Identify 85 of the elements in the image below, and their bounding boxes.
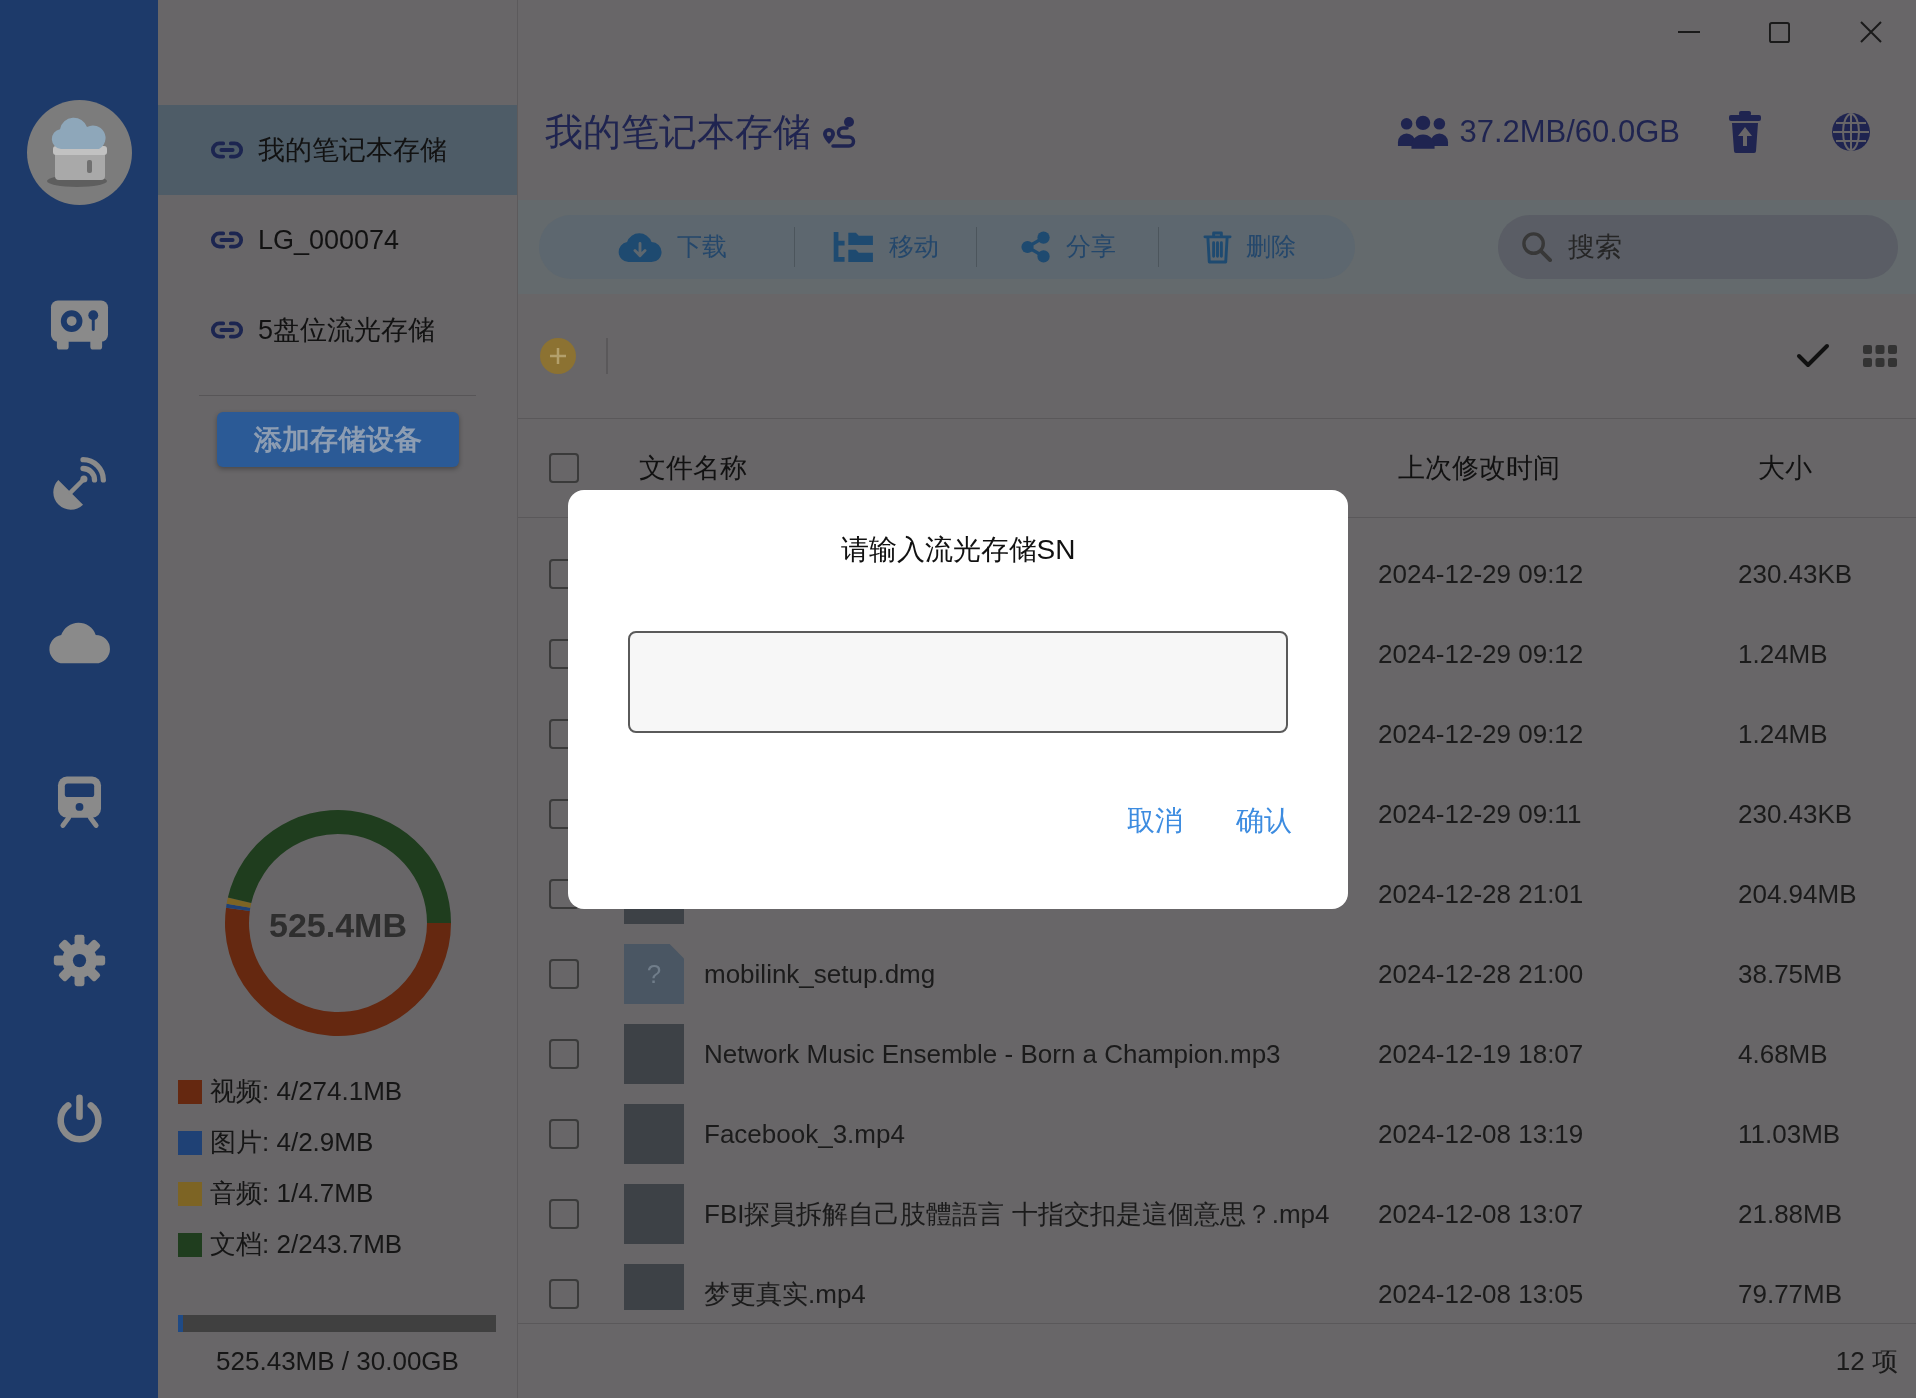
legend-label: 图片: 4/2.9MB	[210, 1126, 374, 1159]
dialog-button[interactable]: 取消	[1127, 803, 1183, 838]
modified-date: 2024-12-28 21:00	[1378, 957, 1585, 991]
share-button[interactable]: 分享	[977, 215, 1158, 279]
link-icon	[210, 140, 244, 160]
page-title: 我的笔记本存储	[545, 109, 811, 155]
checkbox[interactable]	[549, 453, 579, 483]
route-icon[interactable]	[821, 114, 857, 150]
device-item[interactable]: 5盘位流光存储	[158, 285, 517, 375]
maximize-icon[interactable]	[1769, 21, 1790, 43]
column-header: 大小	[1758, 451, 1812, 485]
checkbox[interactable]	[549, 1199, 579, 1229]
usage-text: 525.43MB / 30.00GB	[215, 1345, 460, 1378]
cloud-download-icon	[617, 231, 663, 263]
settings-icon[interactable]	[52, 934, 106, 987]
legend-label: 视频: 4/274.1MB	[210, 1075, 403, 1108]
download-button[interactable]: 下载	[550, 215, 794, 279]
legend-label: 文档: 2/243.7MB	[210, 1228, 403, 1261]
file-size: 230.43KB	[1738, 797, 1853, 831]
modified-date: 2024-12-29 09:12	[1378, 557, 1585, 591]
file-size: 1.24MB	[1738, 637, 1828, 671]
link-icon	[210, 230, 244, 250]
device-item[interactable]: 我的笔记本存储	[158, 105, 517, 195]
file-size: 79.77MB	[1738, 1277, 1843, 1310]
satellite-dish-icon[interactable]	[52, 457, 106, 510]
checkbox[interactable]	[549, 1119, 579, 1149]
modified-date: 2024-12-19 18:07	[1378, 1037, 1585, 1071]
modified-date: 2024-12-08 13:07	[1378, 1197, 1585, 1231]
add-icon[interactable]	[540, 338, 576, 374]
train-icon[interactable]	[56, 774, 102, 829]
cloud-box-icon	[26, 100, 132, 205]
move-button[interactable]: 移动	[795, 215, 976, 279]
modified-date: 2024-12-08 13:19	[1378, 1117, 1585, 1151]
close-icon[interactable]	[1859, 21, 1882, 43]
photo-placeholder	[624, 1184, 684, 1244]
file-name: Network Music Ensemble - Born a Champion.mp3	[704, 1037, 1282, 1071]
modified-date: 2024-12-29 09:12	[1378, 637, 1585, 671]
check-icon[interactable]	[1796, 343, 1830, 369]
trash-arrow-icon[interactable]	[1728, 111, 1762, 153]
file-size: 4.68MB	[1738, 1037, 1828, 1071]
search-icon	[1521, 231, 1552, 262]
item-count: 12 项	[1835, 1344, 1898, 1378]
checkbox[interactable]	[549, 1279, 579, 1309]
file-icon: ?	[624, 944, 684, 1004]
photo-placeholder	[624, 1104, 684, 1164]
globe-icon[interactable]	[1831, 112, 1871, 152]
file-size: 21.88MB	[1738, 1197, 1843, 1231]
file-name: mobilink_setup.dmg	[704, 957, 937, 991]
grid-icon[interactable]	[1863, 345, 1897, 367]
file-name: 梦更真实.mp4	[704, 1277, 867, 1310]
column-header: 上次修改时间	[1398, 451, 1561, 485]
input-field[interactable]	[628, 630, 1288, 733]
users-icon	[1397, 114, 1450, 150]
file-size: 230.43KB	[1738, 557, 1853, 591]
photo-placeholder	[624, 1024, 684, 1084]
photo-placeholder	[624, 1264, 684, 1310]
trash-icon	[1203, 229, 1232, 265]
power-icon[interactable]	[54, 1094, 104, 1145]
quota-text: 37.2MB/60.0GB	[1459, 112, 1680, 151]
delete-button[interactable]: 删除	[1159, 215, 1340, 279]
folder-tree-icon	[832, 230, 875, 264]
modified-date: 2024-12-28 21:01	[1378, 877, 1585, 911]
file-size: 11.03MB	[1738, 1117, 1841, 1151]
search-field[interactable]: 搜索	[1498, 215, 1898, 279]
minimize-icon[interactable]	[1677, 30, 1700, 34]
checkbox[interactable]	[549, 1039, 579, 1069]
file-name: FBI探員拆解自己肢體語言 十指交扣是這個意思？.mp4	[704, 1197, 1331, 1231]
device-item[interactable]: LG_000074	[158, 195, 517, 285]
modified-date: 2024-12-08 13:05	[1378, 1277, 1585, 1310]
link-icon	[210, 320, 244, 340]
dialog-title: 请输入流光存储SN	[840, 532, 1076, 567]
modified-date: 2024-12-29 09:11	[1378, 797, 1583, 831]
file-name: Facebook_3.mp4	[704, 1117, 906, 1151]
checkbox[interactable]	[549, 959, 579, 989]
file-size: 1.24MB	[1738, 717, 1828, 751]
file-size: 38.75MB	[1738, 957, 1843, 991]
modified-date: 2024-12-29 09:12	[1378, 717, 1585, 751]
share-icon	[1019, 231, 1052, 263]
add-device-button[interactable]: 添加存储设备	[216, 412, 459, 467]
file-size: 204.94MB	[1738, 877, 1857, 911]
column-header: 文件名称	[639, 451, 748, 485]
total-size-label: 525.4MB	[268, 906, 407, 944]
legend-label: 音频: 1/4.7MB	[210, 1177, 374, 1210]
dialog-button[interactable]: 确认	[1236, 803, 1292, 838]
safe-icon[interactable]	[49, 298, 109, 351]
